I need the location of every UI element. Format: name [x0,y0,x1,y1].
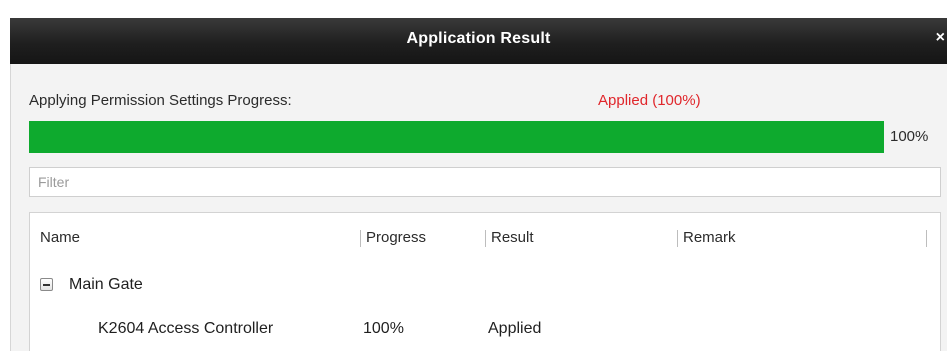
tree-group-row[interactable]: Main Gate [30,267,940,303]
application-result-dialog: Application Result × Applying Permission… [0,0,947,351]
dialog-titlebar[interactable]: Application Result × [10,18,947,64]
column-divider[interactable] [926,230,927,247]
close-icon[interactable]: × [936,29,945,47]
status-text: Applied (100%) [598,92,701,109]
collapse-toggle-icon[interactable] [40,278,53,291]
result-table: Name Progress Result Remark Main Gate K2… [29,212,941,351]
table-header: Name Progress Result Remark [30,213,940,263]
group-name: Main Gate [69,276,143,293]
column-divider[interactable] [485,230,486,247]
column-header-progress[interactable]: Progress [366,229,426,246]
column-header-name[interactable]: Name [40,229,80,246]
dialog-title: Application Result [406,30,551,47]
progress-bar [29,121,884,153]
column-header-remark[interactable]: Remark [683,229,736,246]
table-row[interactable]: K2604 Access Controller 100% Applied [30,309,940,349]
filter-input[interactable] [29,167,941,197]
dialog-body: Applying Permission Settings Progress: A… [10,64,947,351]
device-name: K2604 Access Controller [98,320,274,337]
progress-bar-fill [29,121,884,153]
progress-percent: 100% [890,128,929,145]
column-header-result[interactable]: Result [491,229,534,246]
device-result: Applied [488,320,542,337]
column-divider[interactable] [360,230,361,247]
progress-label: Applying Permission Settings Progress: [29,92,292,109]
column-divider[interactable] [677,230,678,247]
device-progress: 100% [363,320,404,337]
